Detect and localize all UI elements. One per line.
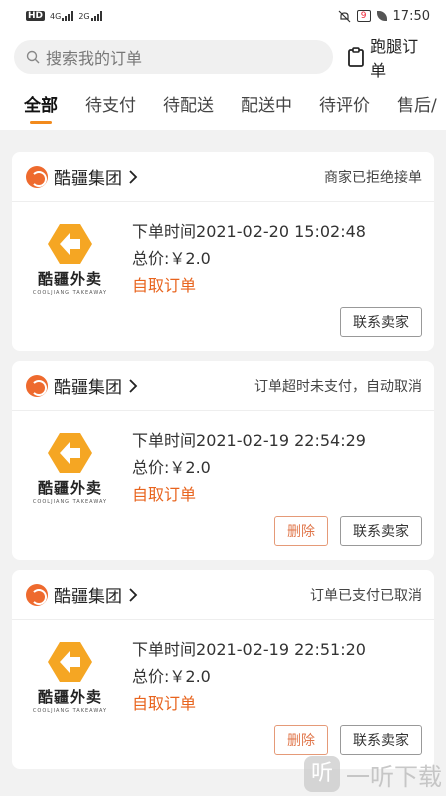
- tab-after-sales[interactable]: 售后/: [397, 82, 437, 130]
- brand-subtitle: COOLJIANG TAKEAWAY: [32, 708, 108, 714]
- order-status: 商家已拒绝接单: [324, 169, 422, 186]
- errand-label: 跑腿订单: [370, 37, 419, 80]
- brand-name: 酷疆外卖: [37, 270, 102, 288]
- order-price: 总价:￥2.0: [132, 458, 211, 477]
- brand-name: 酷疆外卖: [37, 688, 102, 706]
- brand-name: 酷疆外卖: [37, 479, 102, 497]
- order-price: 总价:￥2.0: [132, 667, 211, 686]
- network-type-2: 2G: [78, 12, 90, 21]
- shop-name: 酷疆集团: [54, 378, 122, 398]
- brand-subtitle: COOLJIANG TAKEAWAY: [32, 290, 108, 296]
- errand-orders-button[interactable]: 跑腿订单: [347, 33, 434, 81]
- order-time: 下单时间2021-02-19 22:54:29: [132, 427, 366, 454]
- order-list: 酷疆集团 商家已拒绝接单 酷疆外卖 COOLJIANG TAKEAWAY 下单时…: [0, 130, 446, 769]
- search-icon: [26, 50, 40, 64]
- order-time-label: 下单时间: [132, 640, 197, 659]
- clipboard-icon: [348, 47, 365, 67]
- shop-logo-icon: [26, 374, 48, 397]
- brand-mark-icon: [48, 642, 92, 682]
- leaf-icon: [376, 11, 387, 21]
- order-time-value: 2021-02-19 22:54:29: [196, 431, 366, 450]
- delete-button[interactable]: 删除: [274, 516, 328, 546]
- order-card[interactable]: 酷疆集团 商家已拒绝接单 酷疆外卖 COOLJIANG TAKEAWAY 下单时…: [12, 152, 434, 351]
- order-mode: 自取订单: [132, 485, 197, 504]
- order-mode: 自取订单: [132, 276, 197, 295]
- network-type-1: 4G: [50, 12, 62, 21]
- status-bar: HD 4G 2G 9 17:50: [0, 0, 446, 32]
- order-card[interactable]: 酷疆集团 订单已支付已取消 酷疆外卖 COOLJIANG TAKEAWAY 下单…: [12, 570, 434, 769]
- shop-link[interactable]: 酷疆集团: [26, 373, 138, 398]
- tab-pending-review[interactable]: 待评价: [319, 82, 370, 130]
- brand-logo: 酷疆外卖 COOLJIANG TAKEAWAY: [28, 224, 112, 299]
- signal-icon: 4G: [50, 11, 74, 21]
- tab-all[interactable]: 全部: [24, 82, 58, 130]
- order-time-value: 2021-02-20 15:02:48: [196, 222, 366, 241]
- clock: 17:50: [392, 8, 430, 24]
- brand-mark-icon: [48, 224, 92, 264]
- search-row: 搜索我的订单 跑腿订单: [0, 32, 446, 82]
- contact-seller-button[interactable]: 联系卖家: [340, 307, 422, 337]
- order-time: 下单时间2021-02-19 22:51:20: [132, 636, 366, 663]
- chevron-right-icon: [129, 169, 138, 184]
- watermark-text: 一听下载: [346, 762, 442, 791]
- tab-delivering[interactable]: 配送中: [241, 82, 292, 130]
- brand-logo: 酷疆外卖 COOLJIANG TAKEAWAY: [28, 433, 112, 508]
- hd-badge: HD: [26, 11, 46, 21]
- chevron-right-icon: [129, 378, 138, 393]
- search-input[interactable]: 搜索我的订单: [14, 40, 334, 74]
- shop-link[interactable]: 酷疆集团: [26, 164, 138, 189]
- order-mode: 自取订单: [132, 694, 197, 713]
- delete-button[interactable]: 删除: [274, 725, 328, 755]
- chevron-right-icon: [129, 587, 138, 602]
- contact-seller-button[interactable]: 联系卖家: [340, 516, 422, 546]
- brand-logo: 酷疆外卖 COOLJIANG TAKEAWAY: [28, 642, 112, 717]
- order-price: 总价:￥2.0: [132, 249, 211, 268]
- signal-icon-2: 2G: [78, 11, 102, 21]
- brand-subtitle: COOLJIANG TAKEAWAY: [32, 499, 108, 505]
- shop-name: 酷疆集团: [54, 169, 122, 189]
- order-tabs: 全部 待支付 待配送 配送中 待评价 售后/: [0, 82, 446, 130]
- search-placeholder: 搜索我的订单: [46, 49, 143, 68]
- order-status: 订单超时未支付，自动取消: [254, 378, 422, 395]
- shop-logo-icon: [26, 165, 48, 188]
- order-time-value: 2021-02-19 22:51:20: [196, 640, 366, 659]
- watermark-logo-icon: 听: [304, 756, 340, 792]
- mute-bell-icon: [338, 10, 351, 22]
- shop-link[interactable]: 酷疆集团: [26, 582, 138, 607]
- order-time: 下单时间2021-02-20 15:02:48: [132, 218, 366, 245]
- shop-logo-icon: [26, 583, 48, 606]
- brand-mark-icon: [48, 433, 92, 473]
- order-time-label: 下单时间: [132, 222, 197, 241]
- battery-icon: 9: [356, 10, 371, 22]
- tab-pending-delivery[interactable]: 待配送: [163, 82, 214, 130]
- order-status: 订单已支付已取消: [310, 587, 422, 604]
- contact-seller-button[interactable]: 联系卖家: [340, 725, 422, 755]
- tab-pending-payment[interactable]: 待支付: [85, 82, 136, 130]
- order-card[interactable]: 酷疆集团 订单超时未支付，自动取消 酷疆外卖 COOLJIANG TAKEAWA…: [12, 361, 434, 560]
- order-time-label: 下单时间: [132, 431, 197, 450]
- shop-name: 酷疆集团: [54, 587, 122, 607]
- watermark: 听 一听下载: [304, 756, 442, 792]
